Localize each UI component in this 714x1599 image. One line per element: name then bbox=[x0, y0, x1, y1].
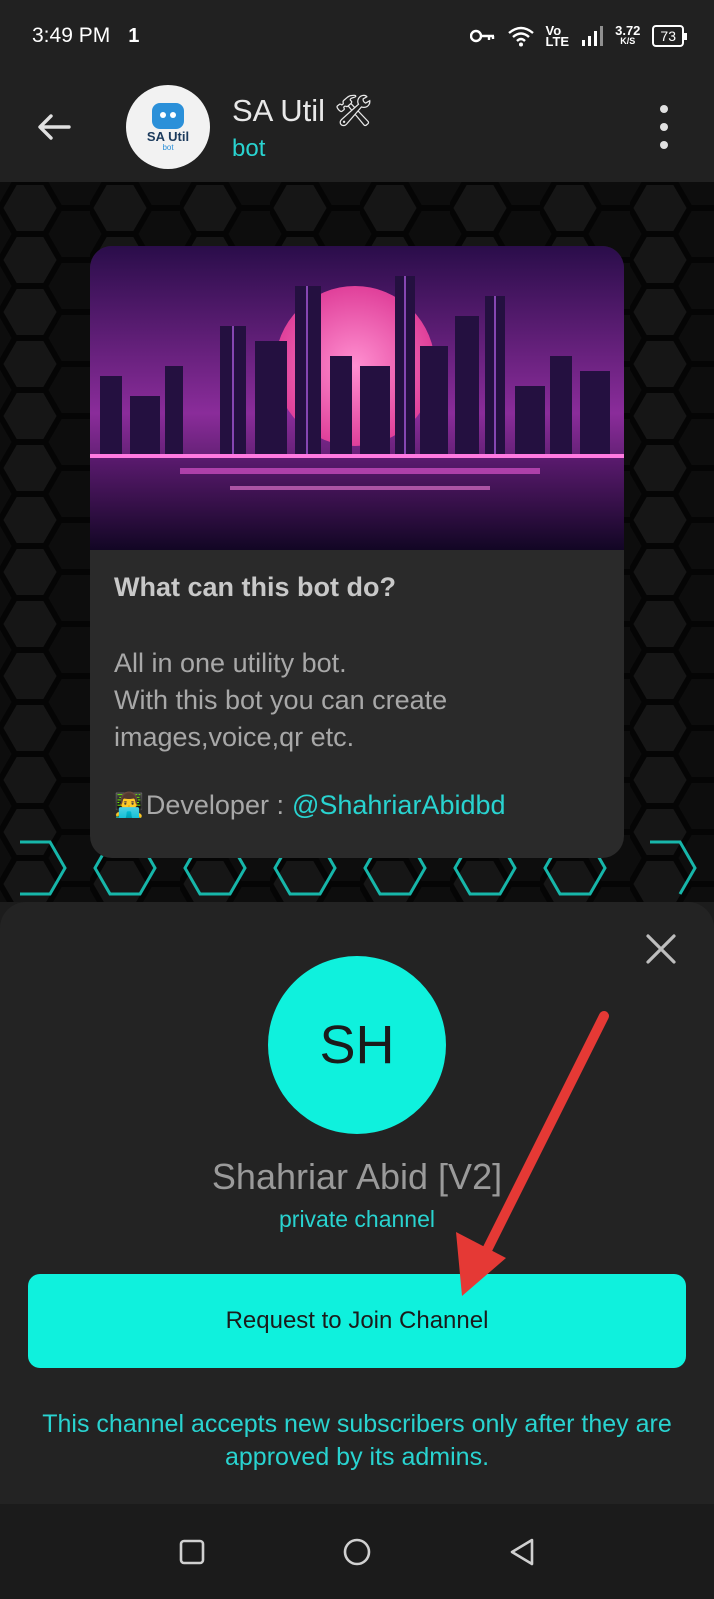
avatar-logo-text: SA Util bbox=[146, 128, 190, 144]
status-time: 3:49 PM bbox=[32, 24, 111, 47]
more-options-button[interactable] bbox=[654, 105, 674, 149]
home-button[interactable] bbox=[337, 1532, 377, 1572]
close-button[interactable] bbox=[644, 932, 678, 966]
developer-emoji-icon: 👨‍💻 bbox=[114, 792, 144, 819]
signal-icon bbox=[582, 26, 604, 46]
back-nav-button[interactable] bbox=[502, 1532, 542, 1572]
wifi-icon bbox=[507, 26, 534, 47]
status-bar: 3:49 PM 1 Vo LTE 3.72 K/S 73 bbox=[0, 0, 714, 72]
robot-icon bbox=[152, 102, 184, 129]
channel-avatar: SH bbox=[268, 956, 446, 1134]
developer-label: Developer : bbox=[145, 790, 284, 820]
request-join-button[interactable]: Request to Join Channel bbox=[28, 1274, 686, 1368]
arrow-left-icon bbox=[38, 114, 71, 140]
bot-info-card: What can this bot do? All in one utility… bbox=[90, 246, 624, 858]
avatar-logo-subtext: bot bbox=[162, 142, 174, 152]
battery-indicator: 73 bbox=[652, 25, 687, 47]
system-nav-bar bbox=[0, 1504, 714, 1599]
more-vertical-icon bbox=[660, 105, 668, 113]
chat-title: SA Util 🛠 bbox=[232, 92, 373, 128]
network-speed: 3.72 K/S bbox=[615, 23, 641, 46]
channel-type: private channel bbox=[279, 1206, 435, 1232]
developer-line: 👨‍💻 Developer : @ShahriarAbidbd bbox=[114, 790, 600, 821]
description-line: images,voice,qr etc. bbox=[114, 722, 355, 752]
developer-link[interactable]: @ShahriarAbidbd bbox=[292, 790, 506, 821]
channel-approval-note: This channel accepts new subscribers onl… bbox=[42, 1410, 672, 1471]
city-illustration bbox=[90, 246, 624, 550]
chat-title-block[interactable]: SA Util 🛠 bot bbox=[232, 92, 373, 163]
join-channel-sheet: SH Shahriar Abid [V2] private channel Re… bbox=[0, 902, 714, 1504]
square-icon bbox=[180, 1539, 205, 1564]
recent-apps-button[interactable] bbox=[172, 1532, 212, 1572]
back-button[interactable] bbox=[24, 97, 84, 157]
chat-header: SA Util bot SA Util 🛠 bot bbox=[0, 72, 714, 182]
close-icon bbox=[646, 934, 676, 964]
key-icon bbox=[469, 29, 494, 43]
triangle-back-icon bbox=[510, 1538, 533, 1565]
chat-subtitle: bot bbox=[232, 134, 266, 162]
card-description: All in one utility bot. With this bot yo… bbox=[114, 645, 600, 756]
cityscape-image bbox=[90, 246, 624, 550]
circle-icon bbox=[343, 1538, 371, 1565]
description-line: With this bot you can create bbox=[114, 685, 448, 715]
channel-name: Shahriar Abid [V2] bbox=[211, 1156, 503, 1197]
card-heading: What can this bot do? bbox=[114, 572, 396, 602]
network-indicator: 1 bbox=[128, 24, 140, 47]
bot-avatar[interactable]: SA Util bot bbox=[126, 85, 210, 169]
volte-label: Vo LTE bbox=[545, 23, 570, 49]
description-line: All in one utility bot. bbox=[114, 648, 347, 678]
